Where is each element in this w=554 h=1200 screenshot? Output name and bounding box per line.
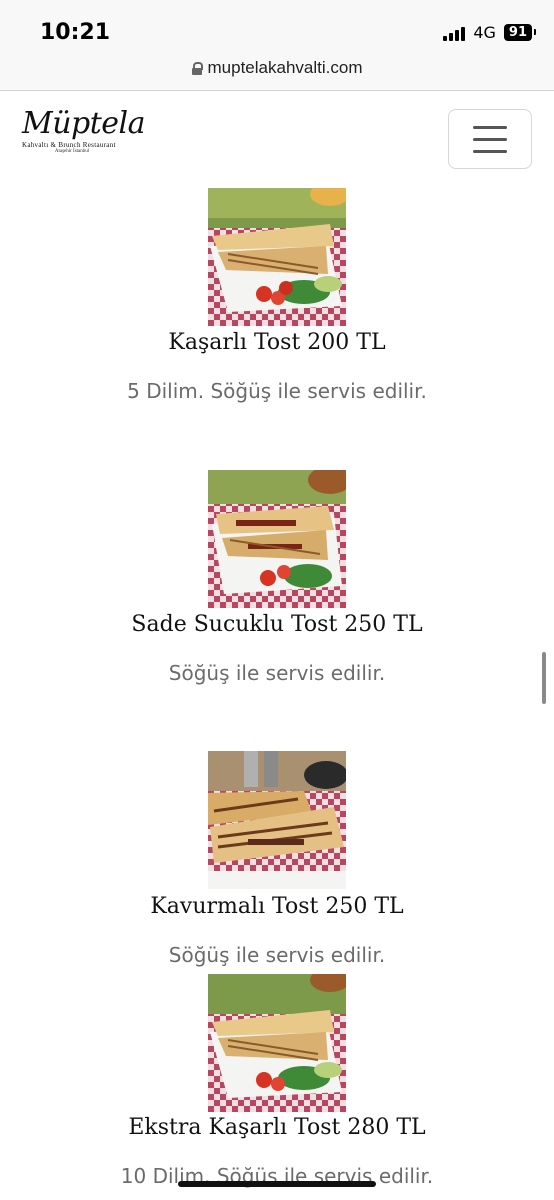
item-description: 5 Dilim. Söğüş ile servis edilir.: [127, 379, 427, 403]
item-title: Ekstra Kaşarlı Tost 280 TL: [128, 1115, 426, 1140]
url-text[interactable]: muptelakahvalti.com: [208, 58, 363, 78]
menu-toggle-button[interactable]: [448, 109, 532, 169]
status-time: 10:21: [40, 20, 111, 45]
scrollbar[interactable]: [542, 652, 546, 704]
lock-icon: [191, 62, 203, 75]
address-bar[interactable]: muptelakahvalti.com: [0, 56, 554, 91]
item-title: Kavurmalı Tost 250 TL: [150, 894, 404, 919]
sucuk-toast-photo: [208, 470, 346, 608]
item-description: Söğüş ile servis edilir.: [168, 943, 386, 967]
item-title: Sade Sucuklu Tost 250 TL: [131, 612, 423, 637]
signal-icon: [443, 25, 466, 41]
home-indicator[interactable]: [178, 1181, 376, 1187]
cheese-toast-photo: [208, 188, 346, 326]
status-indicators: 4G 91: [443, 23, 537, 42]
item-title: Kaşarlı Tost 200 TL: [168, 330, 386, 355]
logo-location: Ataşehir İstanbul: [54, 149, 90, 154]
extra-cheese-toast-photo: [208, 974, 346, 1112]
logo-name: Müptela: [22, 106, 146, 141]
hamburger-icon: [473, 126, 507, 129]
logo-tagline: Kahvaltı & Brunch Restaurant: [22, 141, 116, 149]
kavurma-toast-photo: [208, 751, 346, 889]
site-logo[interactable]: Müptela Kahvaltı & Brunch Restaurant Ata…: [22, 106, 146, 167]
network-type: 4G: [473, 23, 496, 42]
status-bar: 10:21 4G 91: [0, 0, 554, 56]
site-header: Müptela Kahvaltı & Brunch Restaurant Ata…: [0, 91, 554, 185]
battery-icon: 91: [503, 24, 537, 41]
item-description: Söğüş ile servis edilir.: [168, 661, 386, 685]
